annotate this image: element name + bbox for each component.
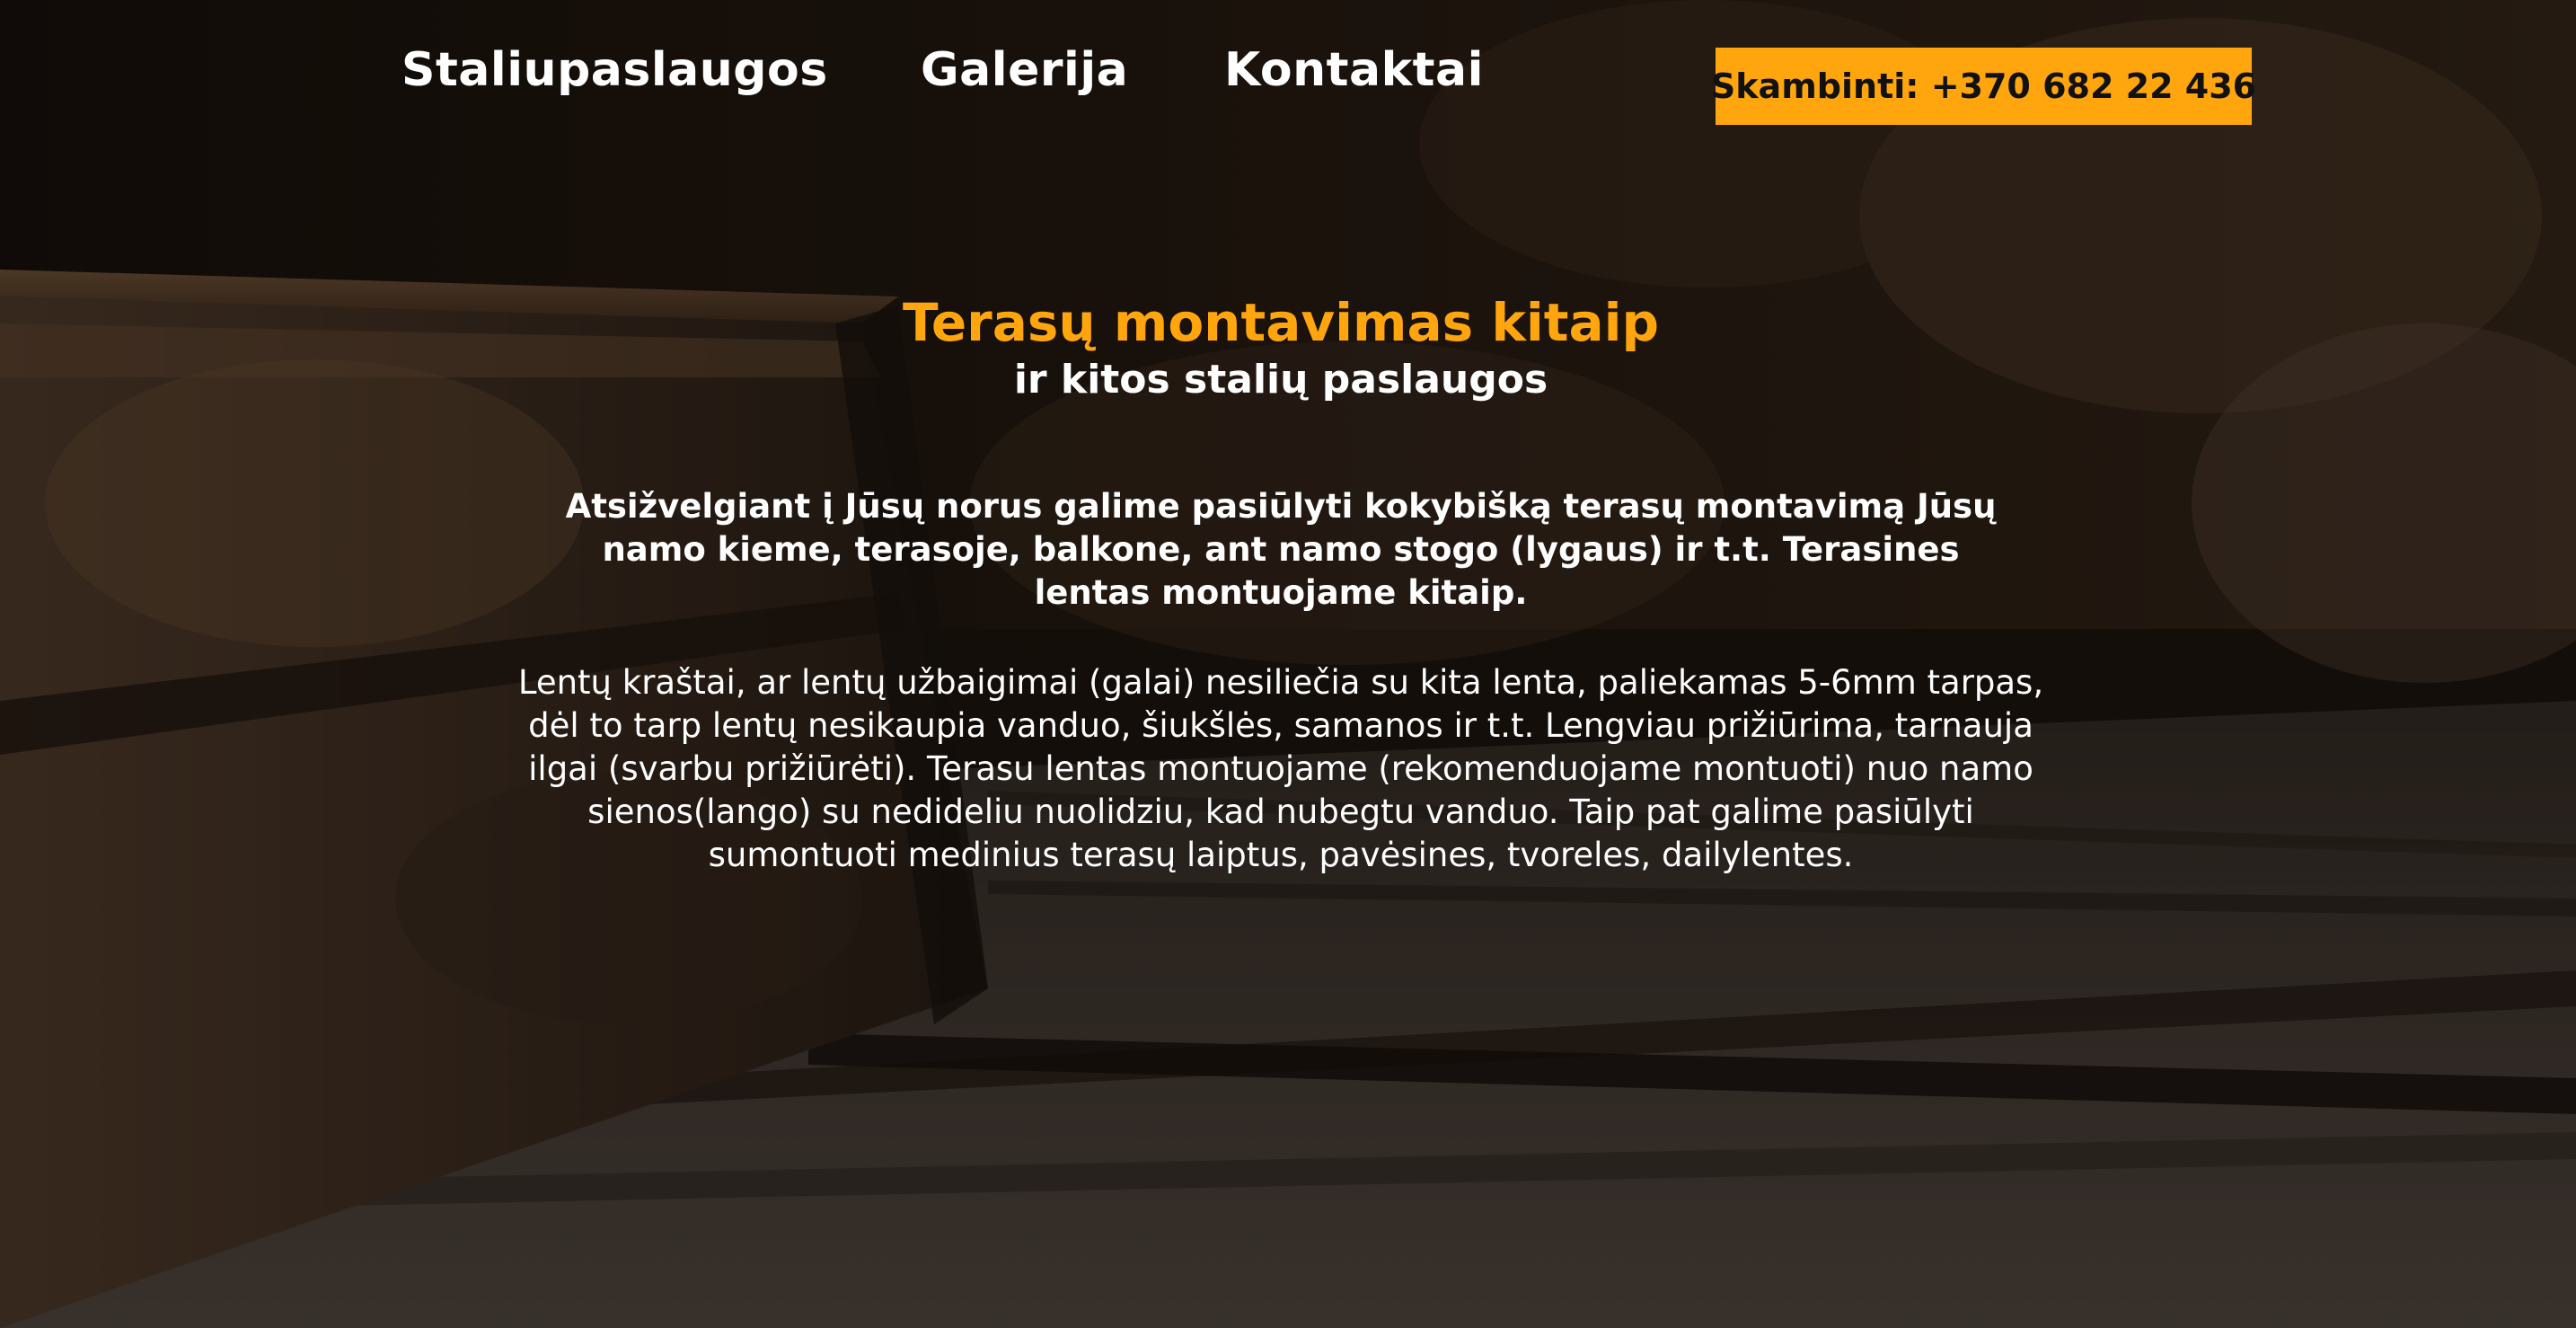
hero-content: Terasų montavimas kitaip ir kitos stalių…: [503, 292, 2059, 877]
nav-link-kontaktai[interactable]: Kontaktai: [1224, 43, 1484, 97]
nav-link-staliupaslaugos[interactable]: Staliupaslaugos: [401, 43, 828, 97]
page-subtitle: ir kitos stalių paslaugos: [1013, 356, 1548, 403]
main-navigation: Staliupaslaugos Galerija Kontaktai Skamb…: [0, 36, 2576, 144]
page-title: Terasų montavimas kitaip: [902, 292, 1660, 353]
call-phone-button[interactable]: Skambinti: +370 682 22 436: [1711, 48, 2256, 125]
description-paragraph: Lentų kraštai, ar lentų užbaigimai (gala…: [517, 662, 2044, 874]
nav-link-galerija[interactable]: Galerija: [921, 43, 1128, 97]
intro-paragraph: Atsižvelgiant į Jūsų norus galime pasiūl…: [565, 486, 1997, 612]
